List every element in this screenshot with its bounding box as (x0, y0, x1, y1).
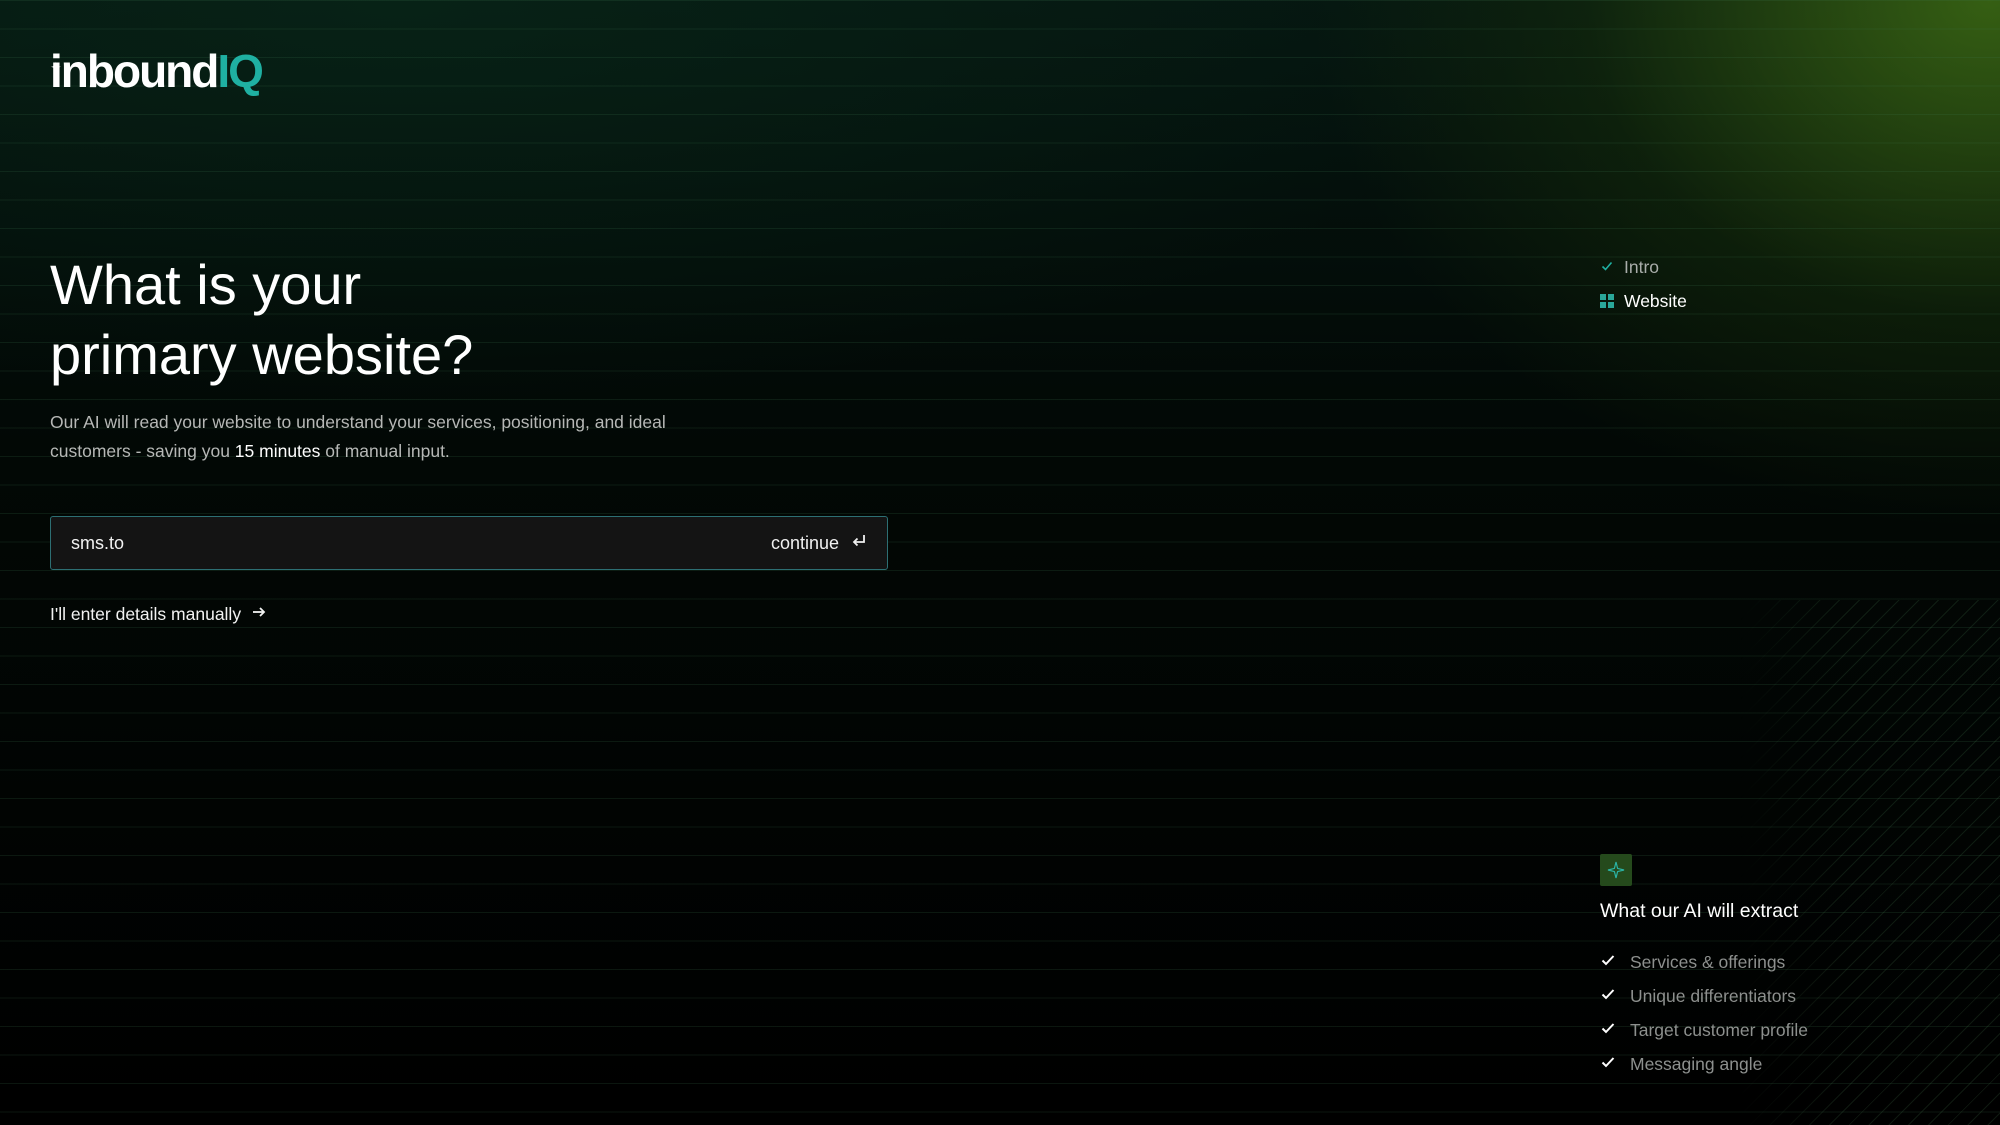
description-highlight: 15 minutes (234, 441, 321, 461)
logo: ✦ inboundIQ (50, 45, 264, 97)
sparkle-icon (1600, 854, 1632, 886)
list-item-label: Messaging angle (1630, 1053, 1763, 1074)
step-label: Intro (1624, 256, 1660, 277)
list-item-label: Target customer profile (1630, 1019, 1808, 1040)
enter-manually-link[interactable]: I'll enter details manually (50, 604, 267, 625)
progress-steps: Intro Website (1600, 250, 1687, 318)
extract-title: What our AI will extract (1600, 900, 1799, 922)
grid-icon (1600, 294, 1614, 308)
check-icon (1600, 952, 1616, 973)
list-item-label: Services & offerings (1630, 951, 1786, 972)
continue-button[interactable]: continue (771, 517, 867, 569)
extract-list: Services & offerings Unique differentiat… (1600, 945, 1960, 1081)
logo-text-iq: IQ (217, 45, 264, 97)
enter-manually-label: I'll enter details manually (50, 604, 242, 624)
page-title-line-1: What is your (50, 253, 362, 316)
list-item-label: Unique differentiators (1630, 985, 1797, 1006)
list-item: Services & offerings (1600, 945, 1960, 979)
check-icon (1600, 986, 1616, 1007)
check-icon (1600, 1054, 1616, 1075)
step-website[interactable]: Website (1600, 284, 1687, 318)
check-icon (1600, 1020, 1616, 1041)
list-item: Unique differentiators (1600, 979, 1960, 1013)
enter-return-icon (851, 533, 867, 554)
step-label: Website (1624, 290, 1687, 311)
arrow-right-icon (251, 604, 267, 625)
logo-star-icon: ✦ (50, 59, 62, 75)
check-icon (1600, 257, 1614, 278)
page-title-line-2: primary website? (50, 323, 474, 386)
page-description: Our AI will read your website to underst… (50, 408, 690, 466)
website-url-input[interactable] (71, 517, 671, 569)
logo-text-inbound: inbound (50, 45, 219, 97)
website-input-box: continue (50, 516, 888, 570)
description-text-end: of manual input. (320, 441, 450, 461)
step-intro[interactable]: Intro (1600, 250, 1687, 284)
onboarding-screen: ✦ inboundIQ What is your primary website… (0, 0, 2000, 1125)
list-item: Target customer profile (1600, 1013, 1960, 1047)
continue-label: continue (770, 532, 839, 553)
page-title: What is your primary website? (50, 250, 750, 390)
list-item: Messaging angle (1600, 1047, 1960, 1081)
ai-extract-panel: What our AI will extract Services & offe… (1600, 854, 1960, 1081)
